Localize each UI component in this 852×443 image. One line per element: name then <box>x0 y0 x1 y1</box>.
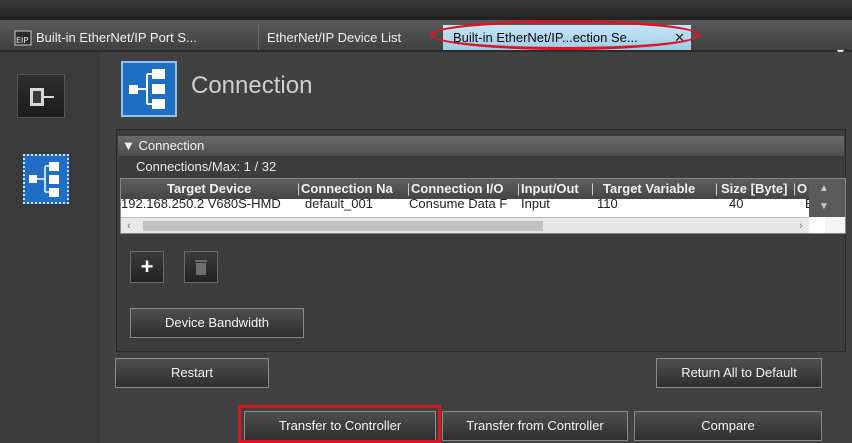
table-cell[interactable]: 110 <box>597 196 707 212</box>
connection-section-header[interactable]: ▼ Connection <box>118 136 844 156</box>
eip-icon: EIP <box>14 30 32 46</box>
section-title: Connection <box>138 138 205 153</box>
scroll-up-icon[interactable]: ▲ <box>819 183 829 194</box>
scroll-down-icon[interactable]: ▼ <box>819 201 829 212</box>
tab-bar: EIP Built-in EtherNet/IP Port S... Ether… <box>0 20 852 60</box>
scroll-thumb[interactable] <box>143 221 543 231</box>
table-cell[interactable]: Input <box>521 196 591 212</box>
table-cell[interactable]: Consume Data F <box>409 196 515 212</box>
compare-button[interactable]: Compare <box>634 411 822 441</box>
delete-connection-button[interactable] <box>184 251 218 283</box>
collapse-triangle-icon: ▼ <box>122 138 135 153</box>
table-row[interactable]: 192.168.250.2 V680S-HMD default_001 Cons… <box>121 196 845 217</box>
device-port-icon <box>30 88 54 106</box>
connection-tree-icon <box>129 69 165 109</box>
tab-label: Built-in EtherNet/IP Port S... <box>36 30 197 45</box>
horizontal-scrollbar[interactable]: ‹ › <box>121 217 809 233</box>
restart-button[interactable]: Restart <box>115 358 269 388</box>
add-connection-button[interactable]: + <box>130 251 164 283</box>
tab-label: EtherNet/IP Device List <box>267 30 402 45</box>
scroll-left-icon[interactable]: ‹ <box>121 218 137 233</box>
table-cell[interactable]: default_001 <box>305 196 405 212</box>
tab-port-settings[interactable]: EIP Built-in EtherNet/IP Port S... <box>8 25 252 50</box>
device-bandwidth-button[interactable]: Device Bandwidth <box>130 308 304 338</box>
connection-view-button[interactable] <box>23 154 69 204</box>
scroll-right-icon[interactable]: › <box>793 218 809 233</box>
scrollbar-corner <box>825 217 845 233</box>
transfer-highlight-annotation <box>238 405 441 443</box>
page-title: Connection <box>191 72 313 99</box>
vertical-scrollbar[interactable]: ▲ ▼ <box>809 179 845 217</box>
connection-tree-icon <box>29 162 59 197</box>
connection-count: Connections/Max: 1 / 32 <box>136 159 277 174</box>
tab-highlight-annotation <box>430 20 700 50</box>
device-port-button[interactable] <box>17 74 65 118</box>
table-cell[interactable]: 40 <box>729 196 789 212</box>
return-all-to-default-button[interactable]: Return All to Default <box>656 358 822 388</box>
table-cell[interactable]: 192.168.250.2 V680S-HMD <box>121 196 301 212</box>
trash-icon <box>195 260 207 275</box>
transfer-from-controller-button[interactable]: Transfer from Controller <box>442 411 628 441</box>
svg-text:EIP: EIP <box>16 36 28 45</box>
window-top-strip <box>0 0 852 20</box>
page-icon <box>121 61 177 117</box>
connection-table: Target Device | Connection Na | Connecti… <box>120 178 846 234</box>
tab-device-list[interactable]: EtherNet/IP Device List <box>258 25 430 50</box>
